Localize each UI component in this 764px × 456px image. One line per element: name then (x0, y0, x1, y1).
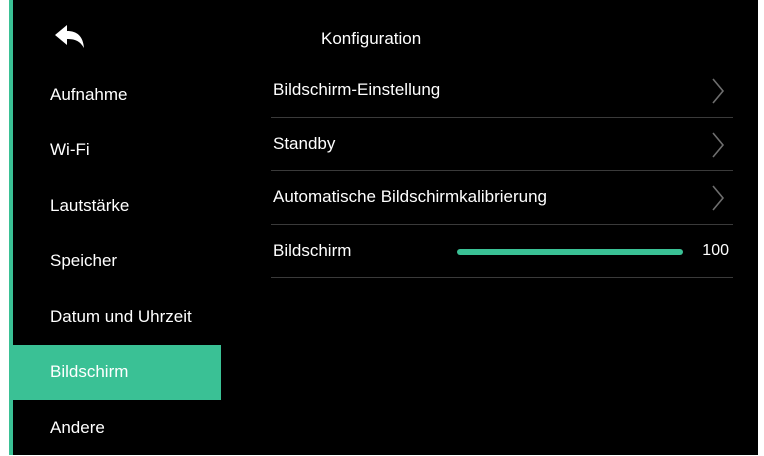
settings-row-bildschirm-einstellung[interactable]: Bildschirm-Einstellung (271, 64, 733, 118)
device-frame: Konfiguration Aufnahme Wi-Fi Lautstärke … (0, 0, 764, 455)
settings-row-automatische-kalibrierung[interactable]: Automatische Bildschirmkalibrierung (271, 171, 733, 225)
brightness-label: Bildschirm (273, 240, 352, 260)
settings-row-label: Standby (273, 133, 336, 153)
back-button[interactable] (51, 22, 89, 56)
sidebar-item-label: Datum und Uhrzeit (50, 306, 192, 326)
sidebar-item-label: Lautstärke (50, 195, 130, 215)
chevron-right-icon (712, 131, 725, 158)
sidebar-item-label: Aufnahme (50, 84, 128, 104)
sidebar-item-andere[interactable]: Andere (13, 400, 221, 456)
chevron-right-icon (712, 185, 725, 211)
sidebar-item-label: Bildschirm (50, 362, 129, 382)
brightness-slider[interactable] (457, 248, 683, 255)
brightness-value: 100 (702, 241, 729, 259)
sidebar-item-label: Speicher (50, 251, 118, 271)
sidebar-item-lautstaerke[interactable]: Lautstärke (13, 178, 221, 234)
settings-list: Bildschirm-Einstellung Standby Automatis… (271, 64, 733, 278)
sidebar-item-datum-und-uhrzeit[interactable]: Datum und Uhrzeit (13, 289, 221, 345)
sidebar: Aufnahme Wi-Fi Lautstärke Speicher Datum… (13, 67, 221, 456)
sidebar-item-label: Andere (50, 417, 105, 437)
screen: Konfiguration Aufnahme Wi-Fi Lautstärke … (13, 0, 758, 455)
settings-row-label: Bildschirm-Einstellung (273, 80, 441, 100)
sidebar-item-label: Wi-Fi (50, 140, 90, 160)
sidebar-item-bildschirm[interactable]: Bildschirm (13, 344, 221, 400)
settings-row-label: Automatische Bildschirmkalibrierung (273, 187, 548, 207)
chevron-right-icon (712, 78, 725, 104)
page-title: Konfiguration (321, 29, 422, 48)
settings-row-standby[interactable]: Standby (271, 118, 733, 171)
sidebar-item-wifi[interactable]: Wi-Fi (13, 123, 221, 179)
sidebar-item-speicher[interactable]: Speicher (13, 234, 221, 290)
brightness-row: Bildschirm 100 (271, 225, 733, 278)
back-arrow-icon (55, 25, 84, 48)
sidebar-item-aufnahme[interactable]: Aufnahme (13, 67, 221, 123)
